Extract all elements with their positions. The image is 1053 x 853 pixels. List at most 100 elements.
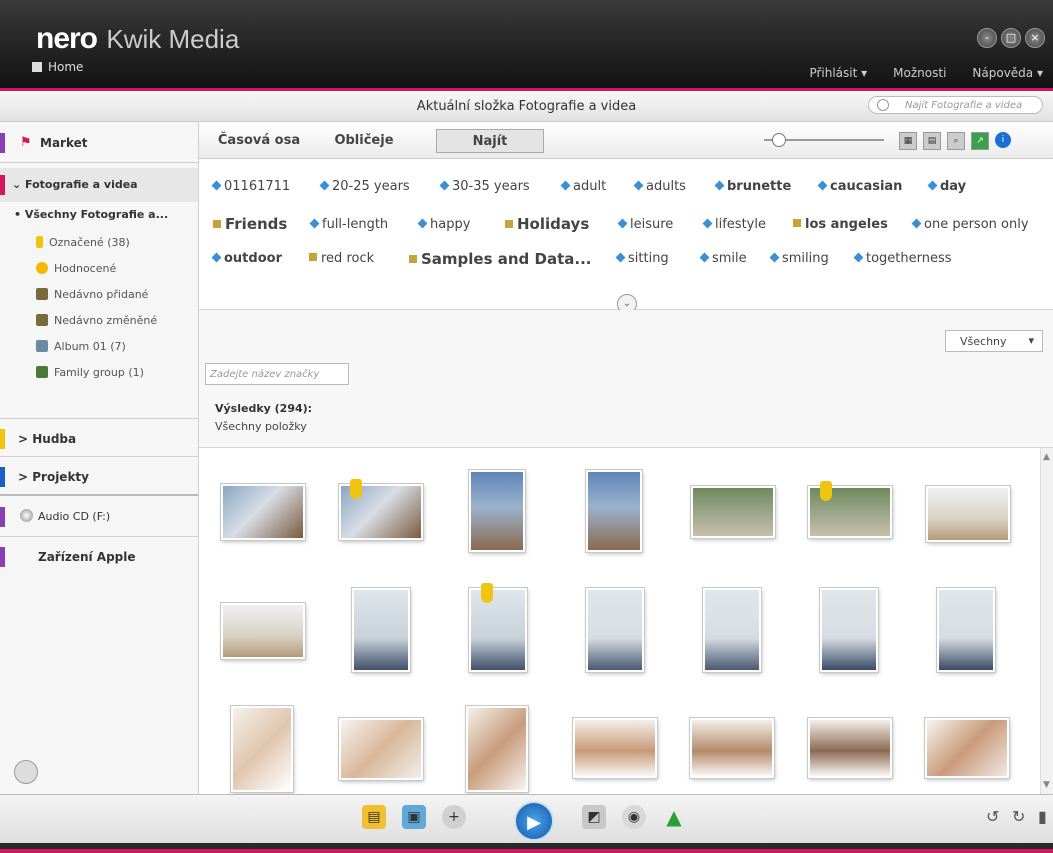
scroll-up-icon[interactable]: ▲ (1043, 452, 1050, 462)
photo-thumbnail[interactable] (466, 706, 528, 792)
tag-item[interactable]: caucasian (819, 179, 902, 194)
rotate-left-icon[interactable]: ↺ (986, 807, 999, 826)
photo-thumbnail[interactable] (221, 603, 305, 659)
search-input[interactable]: Najít Fotografie a videa (868, 96, 1043, 114)
category-bar (0, 133, 5, 153)
tag-item[interactable]: leisure (619, 217, 673, 232)
zoom-slider-knob[interactable] (772, 133, 786, 147)
list-view-icon[interactable]: ▤ (923, 132, 941, 150)
add-icon[interactable]: + (442, 805, 466, 829)
sidebar-item-all-photos[interactable]: • Všechny Fotografie a... (0, 198, 198, 232)
recent-icon (36, 288, 48, 300)
photo-thumbnail[interactable] (469, 588, 527, 672)
restore-button[interactable]: □ (1001, 28, 1021, 48)
home-icon (32, 62, 42, 72)
tag-item[interactable]: smiling (771, 251, 829, 266)
photo-thumbnail[interactable] (820, 588, 878, 672)
play-button[interactable]: ▶ (514, 801, 554, 841)
photo-thumbnail[interactable] (808, 718, 892, 778)
tab-faces[interactable]: Obličeje (319, 129, 409, 153)
photo-thumbnail[interactable] (573, 718, 657, 778)
flag-icon (36, 236, 43, 248)
tag-name-input[interactable]: Zadejte název značky (205, 363, 349, 385)
tag-item[interactable]: happy (419, 217, 470, 232)
tab-find[interactable]: Najít (436, 129, 544, 153)
sidebar-item-recently-added[interactable]: Nedávno přidané (36, 288, 148, 301)
tag-item[interactable]: day (929, 179, 966, 194)
delete-icon[interactable]: ▮ (1038, 807, 1047, 826)
photo-thumbnail[interactable] (691, 486, 775, 538)
sidebar-item-family-group[interactable]: Family group (1) (36, 366, 144, 379)
minimize-button[interactable]: - (977, 28, 997, 48)
tag-item[interactable]: adult (562, 179, 606, 194)
sidebar-item-rated[interactable]: Hodnocené (36, 262, 116, 275)
search-placeholder: Najít Fotografie a videa (905, 100, 1023, 111)
grid-view-icon[interactable]: ▦ (899, 132, 917, 150)
photo-thumbnail[interactable] (703, 588, 761, 672)
tag-item[interactable]: 20-25 years (321, 179, 410, 194)
status-indicator[interactable] (14, 760, 38, 784)
close-button[interactable]: × (1025, 28, 1045, 48)
tag-item[interactable]: 01161711 (213, 179, 290, 194)
tag-item[interactable]: full-length (311, 217, 388, 232)
photo-thumbnail[interactable] (352, 588, 410, 672)
tag-item[interactable]: 30-35 years (441, 179, 530, 194)
sidebar-item-photos[interactable]: ⌄ Fotografie a videa (0, 168, 198, 202)
photo-thumbnail[interactable] (586, 470, 642, 552)
photo-thumbnail[interactable] (937, 588, 995, 672)
scroll-down-icon[interactable]: ▼ (1043, 780, 1050, 790)
burn-disc-icon[interactable]: ◉ (622, 805, 646, 829)
sidebar-item-projects[interactable]: > Projekty (0, 460, 198, 494)
flag-icon (350, 479, 362, 499)
sidebar-item-label: Market (40, 136, 88, 150)
photo-thumbnail[interactable] (221, 484, 305, 540)
photo-thumbnail[interactable] (925, 718, 1009, 778)
slideshow-icon[interactable]: ▣ (402, 805, 426, 829)
menu-options[interactable]: Možnosti (893, 66, 946, 80)
tag-item[interactable]: Friends (213, 215, 287, 233)
vertical-scrollbar[interactable]: ▲ ▼ (1040, 448, 1053, 794)
edit-icon[interactable]: ◩ (582, 805, 606, 829)
zoom-slider[interactable] (764, 133, 884, 147)
upload-icon[interactable]: ▲ (662, 805, 686, 829)
sidebar-item-market[interactable]: Market ⚑ (0, 126, 198, 160)
share-icon[interactable]: ↗ (971, 132, 989, 150)
tag-item[interactable]: smile (701, 251, 747, 266)
sidebar-item-apple-devices[interactable]: Zařízení Apple (0, 540, 198, 574)
tag-item[interactable]: sitting (617, 251, 669, 266)
sidebar-item-recently-changed[interactable]: Nedávno změněné (36, 314, 157, 327)
photo-thumbnail[interactable] (586, 588, 644, 672)
sidebar-item-album[interactable]: Album 01 (7) (36, 340, 126, 353)
menu-help[interactable]: Nápověda (972, 66, 1043, 80)
tag-item[interactable]: adults (635, 179, 686, 194)
photo-thumbnail[interactable] (469, 470, 525, 552)
search-icon (877, 99, 889, 111)
tag-item[interactable]: one person only (913, 217, 1029, 232)
import-icon[interactable]: ▤ (362, 805, 386, 829)
tag-item[interactable]: red rock (309, 251, 374, 266)
filter-panel: Všechny Zadejte název značky Výsledky (2… (199, 310, 1053, 448)
sidebar-item-audio-cd[interactable]: Audio CD (F:) (0, 500, 198, 534)
rotate-right-icon[interactable]: ↻ (1012, 807, 1025, 826)
photo-thumbnail[interactable] (926, 486, 1010, 542)
home-link[interactable]: Home (32, 60, 83, 74)
tag-item[interactable]: outdoor (213, 251, 282, 266)
tab-timeline[interactable]: Časová osa (209, 129, 309, 153)
tag-item[interactable]: Holidays (505, 215, 589, 233)
tag-item[interactable]: lifestyle (704, 217, 766, 232)
tag-item[interactable]: brunette (716, 179, 791, 194)
zoom-icon[interactable]: ⌕ (947, 132, 965, 150)
tag-item[interactable]: togetherness (855, 251, 952, 266)
all-items-label: Všechny položky (215, 420, 307, 433)
sidebar-item-label: > Hudba (18, 432, 77, 446)
menu-login[interactable]: Přihlásit (809, 66, 867, 80)
sidebar-item-music[interactable]: > Hudba (0, 422, 198, 456)
tag-item[interactable]: Samples and Data... (409, 250, 591, 268)
photo-thumbnail[interactable] (690, 718, 774, 778)
sidebar-item-tagged[interactable]: Označené (38) (36, 236, 130, 249)
info-icon[interactable]: i (995, 132, 1011, 148)
filter-dropdown[interactable]: Všechny (945, 330, 1043, 352)
tag-item[interactable]: los angeles (793, 217, 888, 232)
photo-thumbnail[interactable] (339, 718, 423, 780)
photo-thumbnail[interactable] (231, 706, 293, 792)
